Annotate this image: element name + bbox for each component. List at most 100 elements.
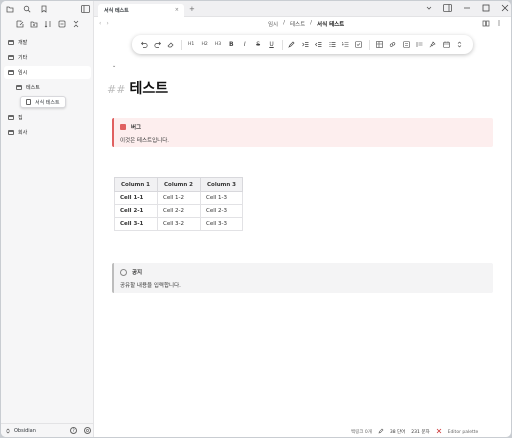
breadcrumb: 임시 / 테스트 / 서식 테스트 [268, 20, 344, 28]
forward-button[interactable]: › [106, 20, 108, 27]
table-header[interactable]: Column 2 [157, 177, 201, 192]
folder-label: 임시 [18, 70, 28, 76]
toolbar-more-icon[interactable] [454, 39, 466, 51]
table-header-row: Column 1 Column 2 Column 3 [114, 177, 243, 192]
folder-icon [8, 130, 14, 135]
file-tree: 개발 기타 임시 테스트 서식 테스트 집 회사 [4, 36, 91, 141]
breadcrumb-current[interactable]: 서식 테스트 [317, 20, 344, 28]
right-sidebar-toggle-icon[interactable] [443, 3, 452, 12]
checklist-icon[interactable] [353, 39, 365, 51]
new-note-icon[interactable] [15, 20, 24, 29]
pin-icon[interactable] [427, 39, 439, 51]
settings-icon[interactable] [84, 427, 91, 434]
callout-icon[interactable] [400, 39, 412, 51]
outdent-icon[interactable] [313, 39, 325, 51]
indent-icon[interactable] [299, 39, 311, 51]
folder-label: 기타 [18, 55, 28, 61]
more-options-icon[interactable] [495, 19, 503, 27]
backlinks-count[interactable]: 백링크 0개 [351, 429, 372, 435]
folder-open-icon [16, 85, 22, 90]
fold-marker[interactable]: ⌄ [112, 63, 116, 69]
edit-mode-icon[interactable] [378, 428, 384, 436]
status-bar: 백링크 0개 38 단어 231 문자 Editor palette [351, 428, 478, 436]
folder-item-etc[interactable]: 기타 [4, 51, 91, 64]
left-sidebar: 개발 기타 임시 테스트 서식 테스트 집 회사 Obsidian ? [1, 1, 94, 437]
help-icon[interactable]: ? [70, 427, 77, 434]
strikethrough-button[interactable]: S [252, 39, 264, 51]
table-cell[interactable]: Cell 3-3 [200, 217, 243, 231]
table-cell[interactable]: Cell 2-2 [157, 204, 201, 218]
maximize-icon[interactable] [481, 3, 490, 12]
close-tab-icon[interactable]: × [175, 7, 179, 13]
files-icon[interactable] [5, 5, 14, 14]
table-cell[interactable]: Cell 1-3 [200, 191, 243, 205]
bullet-list-icon[interactable] [326, 39, 338, 51]
link-icon[interactable] [387, 39, 399, 51]
bold-button[interactable]: B [225, 39, 237, 51]
file-icon [26, 99, 31, 105]
bookmark-icon[interactable] [39, 5, 48, 14]
sort-icon[interactable] [43, 20, 52, 29]
heading2-button[interactable]: H2 [199, 39, 211, 51]
tab-list-icon[interactable] [424, 3, 433, 12]
table-cell[interactable]: Cell 3-1 [114, 217, 158, 231]
tab-active[interactable]: 서식 테스트 × [98, 4, 184, 17]
eraser-icon[interactable] [165, 39, 177, 51]
folder-item-temp[interactable]: 임시 [4, 66, 91, 79]
redo-icon[interactable] [151, 39, 163, 51]
expand-collapse-icon[interactable] [71, 20, 80, 29]
callout-body: 공유할 내용을 입력합니다. [120, 283, 181, 289]
folder-item-test[interactable]: 테스트 [4, 81, 91, 94]
heading1-button[interactable]: H1 [185, 39, 197, 51]
reading-view-icon[interactable] [482, 19, 490, 27]
callout-title: 공지 [120, 268, 487, 276]
breadcrumb-item[interactable]: 임시 [268, 20, 278, 28]
folder-item-work[interactable]: 회사 [4, 126, 91, 139]
folder-item-home[interactable]: 집 [4, 111, 91, 124]
table-header[interactable]: Column 1 [114, 177, 158, 192]
file-item-active[interactable]: 서식 테스트 [20, 96, 66, 108]
note-heading[interactable]: ## 테스트 [107, 78, 168, 98]
minimize-icon[interactable] [462, 3, 471, 12]
table-cell[interactable]: Cell 2-3 [200, 204, 243, 218]
new-tab-button[interactable]: + [189, 5, 195, 13]
vault-selector[interactable]: Obsidian [5, 428, 66, 434]
table-row: Cell 1-1 Cell 1-2 Cell 1-3 [114, 191, 243, 205]
calendar-icon[interactable] [440, 39, 452, 51]
nav-buttons: ‹ › [99, 20, 109, 27]
bug-callout[interactable]: 버그 이것은 테스트입니다. [112, 118, 493, 147]
collapse-all-icon[interactable] [57, 20, 66, 29]
word-count: 38 단어 [389, 430, 406, 435]
table-cell[interactable]: Cell 3-2 [157, 217, 201, 231]
sidebar-toggle-icon[interactable] [81, 4, 90, 13]
editor-palette-button[interactable]: Editor palette [448, 430, 479, 435]
close-window-icon[interactable] [500, 3, 509, 12]
table-cell[interactable]: Cell 1-1 [114, 191, 158, 205]
quote-icon[interactable] [413, 39, 425, 51]
breadcrumb-sep: / [310, 20, 313, 26]
file-label: 서식 테스트 [35, 99, 60, 106]
table-row: Cell 3-1 Cell 3-2 Cell 3-3 [114, 217, 243, 231]
italic-button[interactable]: I [239, 39, 251, 51]
heading3-button[interactable]: H3 [212, 39, 224, 51]
breadcrumb-sep: / [283, 20, 285, 26]
table-cell[interactable]: Cell 1-2 [157, 191, 201, 205]
sidebar-header [1, 1, 94, 17]
table-icon[interactable] [373, 39, 385, 51]
vault-name: Obsidian [14, 427, 36, 434]
palette-icon[interactable] [436, 428, 442, 436]
folder-item-dev[interactable]: 개발 [4, 36, 91, 49]
content-table[interactable]: Column 1 Column 2 Column 3 Cell 1-1 Cell… [114, 177, 243, 231]
undo-icon[interactable] [138, 39, 150, 51]
highlighter-icon[interactable] [286, 39, 298, 51]
search-icon[interactable] [22, 5, 31, 14]
new-folder-icon[interactable] [29, 20, 38, 29]
table-header[interactable]: Column 3 [200, 177, 243, 192]
numbered-list-icon[interactable] [339, 39, 351, 51]
back-button[interactable]: ‹ [99, 20, 101, 27]
vault-switcher: Obsidian ? [1, 423, 94, 437]
breadcrumb-item[interactable]: 테스트 [290, 20, 305, 28]
note-callout[interactable]: 공지 공유할 내용을 입력합니다. [112, 263, 493, 293]
underline-button[interactable]: U [266, 39, 278, 51]
table-cell[interactable]: Cell 2-1 [114, 204, 158, 218]
